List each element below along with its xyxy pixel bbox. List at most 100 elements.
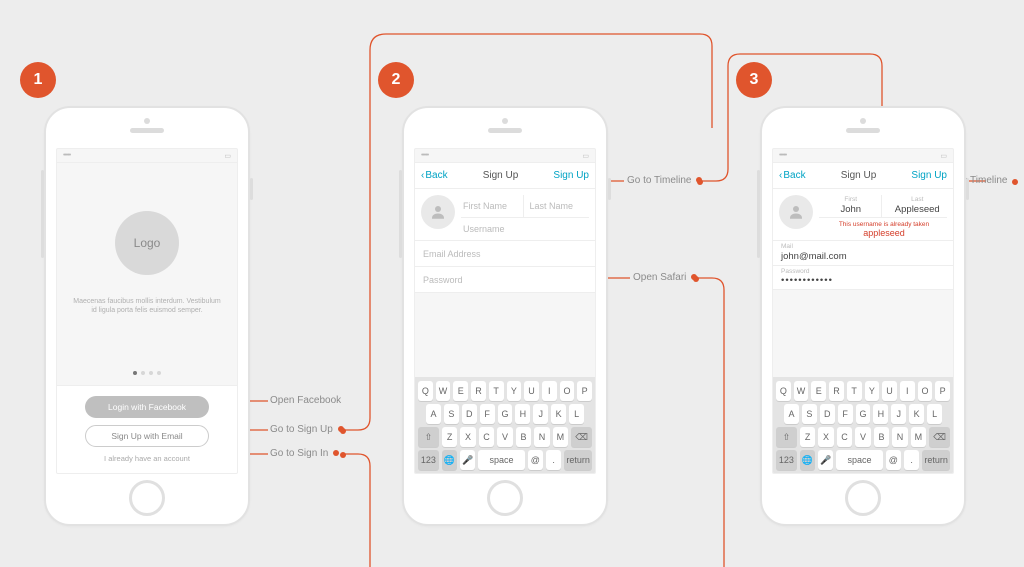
key-shift[interactable]: ⇧ [776,427,797,447]
key-mic[interactable]: 🎤 [460,450,475,470]
home-button[interactable] [129,480,165,516]
key-e[interactable]: E [811,381,826,401]
page-indicator[interactable] [57,371,237,375]
key-s[interactable]: S [444,404,459,424]
key-x[interactable]: X [818,427,833,447]
key-t[interactable]: T [847,381,862,401]
key-y[interactable]: Y [507,381,522,401]
key-c[interactable]: C [837,427,852,447]
keyboard[interactable]: QWERTYUIOP ASDFGHJKL ⇧ZXCVBNM⌫ 123 🌐 🎤 s… [773,377,953,473]
key-q[interactable]: Q [418,381,433,401]
email-input[interactable]: Mail john@mail.com [773,241,953,266]
key-123[interactable]: 123 [418,450,439,470]
key-g[interactable]: G [856,404,871,424]
key-z[interactable]: Z [442,427,457,447]
last-name-input[interactable]: Last Name [524,195,590,217]
key-y[interactable]: Y [865,381,880,401]
key-j[interactable]: J [533,404,548,424]
key-n[interactable]: N [534,427,549,447]
key-f[interactable]: F [838,404,853,424]
key-delete[interactable]: ⌫ [929,427,950,447]
signup-email-button[interactable]: Sign Up with Email [85,425,209,447]
key-space[interactable]: space [478,450,524,470]
key-e[interactable]: E [453,381,468,401]
key-p[interactable]: P [935,381,950,401]
key-a[interactable]: A [426,404,441,424]
key-v[interactable]: V [855,427,870,447]
key-dot[interactable]: . [546,450,561,470]
key-o[interactable]: O [918,381,933,401]
key-j[interactable]: J [891,404,906,424]
key-123[interactable]: 123 [776,450,797,470]
key-b[interactable]: B [874,427,889,447]
key-u[interactable]: U [524,381,539,401]
key-i[interactable]: I [542,381,557,401]
email-input[interactable]: Email Address [415,241,595,267]
key-m[interactable]: M [911,427,926,447]
signup-action-button[interactable]: Sign Up [553,170,589,181]
phone-2-frame: ••••• ▭ ‹ Back Sign Up Sign Up First Nam… [402,106,608,526]
key-d[interactable]: D [820,404,835,424]
key-w[interactable]: W [794,381,809,401]
login-facebook-button[interactable]: Login with Facebook [85,396,209,418]
key-l[interactable]: L [927,404,942,424]
annotation-go-to-timeline-1: Go to Timeline [627,175,702,186]
key-h[interactable]: H [873,404,888,424]
key-u[interactable]: U [882,381,897,401]
user-icon [429,203,447,221]
key-k[interactable]: K [551,404,566,424]
key-x[interactable]: X [460,427,475,447]
key-v[interactable]: V [497,427,512,447]
key-l[interactable]: L [569,404,584,424]
back-button[interactable]: ‹ Back [779,170,806,181]
key-p[interactable]: P [577,381,592,401]
signup-action-button[interactable]: Sign Up [911,170,947,181]
avatar-placeholder[interactable] [779,195,813,229]
username-input[interactable]: Username [461,218,589,240]
phone-3-frame: ••••• ▭ ‹ Back Sign Up Sign Up First Joh… [760,106,966,526]
key-at[interactable]: @ [528,450,543,470]
key-space[interactable]: space [836,450,882,470]
last-name-input[interactable]: Last Appleseed [882,195,948,217]
home-button[interactable] [845,480,881,516]
key-return[interactable]: return [922,450,950,470]
password-input[interactable]: Password •••••••••••• [773,266,953,291]
key-z[interactable]: Z [800,427,815,447]
key-return[interactable]: return [564,450,592,470]
back-button[interactable]: ‹ Back [421,170,448,181]
keyboard[interactable]: QWERTYUIOP ASDFGHJKL ⇧ZXCVBNM⌫ 123 🌐 🎤 s… [415,377,595,473]
key-t[interactable]: T [489,381,504,401]
first-name-input[interactable]: First John [819,195,882,217]
key-d[interactable]: D [462,404,477,424]
key-globe[interactable]: 🌐 [800,450,815,470]
key-shift[interactable]: ⇧ [418,427,439,447]
key-a[interactable]: A [784,404,799,424]
key-r[interactable]: R [829,381,844,401]
first-name-input[interactable]: First Name [461,195,524,217]
key-delete[interactable]: ⌫ [571,427,592,447]
avatar-placeholder[interactable] [421,195,455,229]
key-globe[interactable]: 🌐 [442,450,457,470]
key-at[interactable]: @ [886,450,901,470]
home-button[interactable] [487,480,523,516]
key-k[interactable]: K [909,404,924,424]
key-dot[interactable]: . [904,450,919,470]
key-h[interactable]: H [515,404,530,424]
key-mic[interactable]: 🎤 [818,450,833,470]
key-r[interactable]: R [471,381,486,401]
key-q[interactable]: Q [776,381,791,401]
keyboard-row-3: ⇧ZXCVBNM⌫ [776,427,950,447]
key-f[interactable]: F [480,404,495,424]
key-c[interactable]: C [479,427,494,447]
password-input[interactable]: Password [415,267,595,293]
key-n[interactable]: N [892,427,907,447]
key-w[interactable]: W [436,381,451,401]
key-m[interactable]: M [553,427,568,447]
key-o[interactable]: O [560,381,575,401]
key-b[interactable]: B [516,427,531,447]
key-s[interactable]: S [802,404,817,424]
username-input-error[interactable]: This username is already taken appleseed [819,218,947,240]
key-g[interactable]: G [498,404,513,424]
key-i[interactable]: I [900,381,915,401]
already-have-account-link[interactable]: I already have an account [104,454,190,463]
